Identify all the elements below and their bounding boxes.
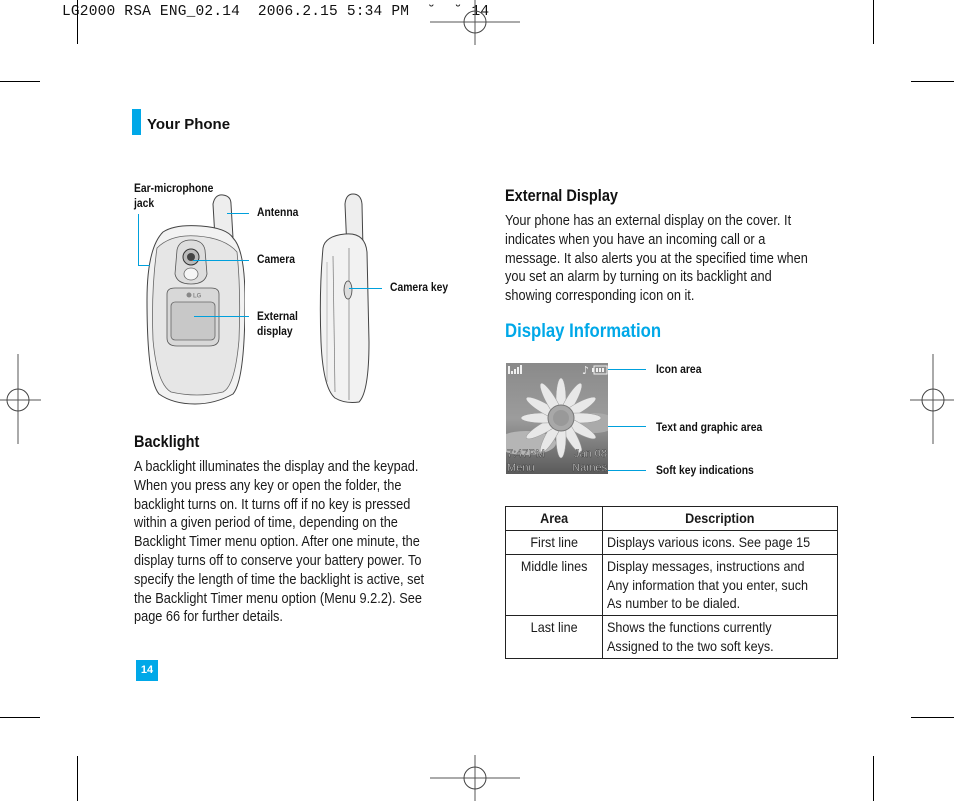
section-accent-bar [132,109,141,135]
backlight-heading: Backlight [134,433,200,451]
crop-mark [873,0,874,44]
table-header-row: Area Description [504,506,838,531]
external-display-body: Your phone has an external display on th… [505,213,808,305]
screen-right-softkey: Names [572,462,607,474]
registration-mark-top [430,0,520,45]
crop-mark [873,756,874,801]
screen-date: Jan 08 [574,448,607,460]
backlight-body: A backlight illuminates the display and … [134,459,425,626]
crop-mark [911,81,954,82]
sunflower-image: ♪ 7:47PM Jan 08 Menu Names [506,363,608,474]
callout-icon-area: Icon area [656,364,702,376]
svg-text:LG: LG [193,294,202,300]
cell-area: Middle lines [504,553,604,617]
cell-description: Displays various icons. See page 15 [602,530,838,555]
callout-camera: Camera [257,254,295,266]
display-information-heading: Display Information [505,321,662,342]
header-area: Area [504,506,604,531]
leader-line [227,213,249,214]
phone-side-illustration [319,193,370,403]
registration-mark-left [0,354,41,444]
callout-ear-microphone-jack: Ear-microphone jack [134,183,214,210]
screen-left-softkey: Menu [507,462,535,474]
leader-line [608,369,646,370]
cell-description: Shows the functions currently Assigned t… [602,615,838,659]
display-screen-image: ♪ 7:47PM Jan 08 Menu Names [506,363,608,474]
cell-area: First line [504,530,604,555]
leader-line [608,470,646,471]
crop-mark [77,756,78,801]
crop-mark [0,81,40,82]
header-description: Description [602,506,838,531]
registration-mark-bottom [430,755,520,801]
external-display-heading: External Display [505,187,618,205]
cell-description: Display messages, instructions and Any i… [602,553,838,617]
callout-camera-key: Camera key [390,282,449,294]
callout-antenna: Antenna [257,207,299,219]
cell-area: Last line [504,615,604,659]
section-title: Your Phone [147,116,231,133]
leader-line [194,316,249,317]
leader-line [349,288,382,289]
leader-line [138,265,150,266]
crop-mark [77,0,78,44]
display-areas-table: Area Description First line Displays var… [504,506,838,659]
music-note-icon: ♪ [582,364,589,377]
phone-front-illustration: LG [146,194,245,405]
callout-text-graphic-area: Text and graphic area [656,422,763,434]
registration-mark-right [910,354,954,444]
crop-mark [0,717,40,718]
screen-time: 7:47PM [507,448,545,460]
table-row: Last line Shows the functions currently … [504,615,838,659]
leader-line [608,426,646,427]
table-row: First line Displays various icons. See p… [504,530,838,555]
leader-line [138,214,139,266]
callout-external-display: External display [257,311,298,338]
crop-mark [911,717,954,718]
page-number: 14 [136,660,158,681]
callout-soft-key-indications: Soft key indications [656,465,754,477]
leader-line [193,260,249,261]
table-row: Middle lines Display messages, instructi… [504,553,838,617]
